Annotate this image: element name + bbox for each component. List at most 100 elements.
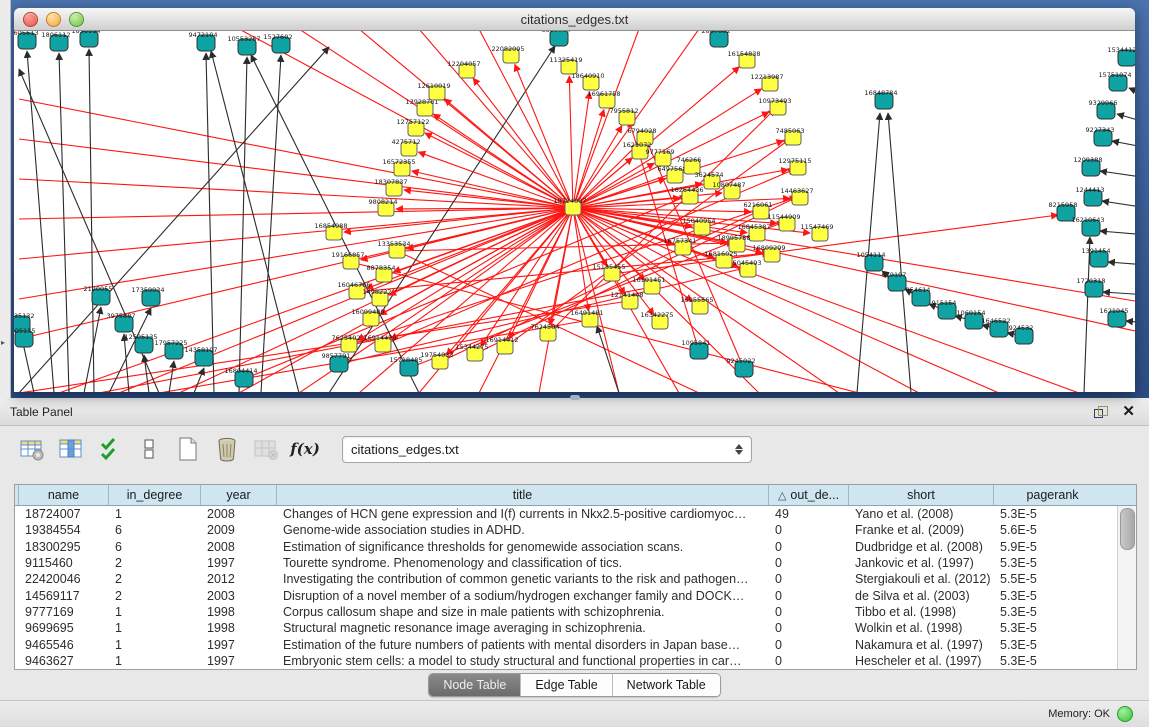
graph-node[interactable]: 679197 [882, 271, 907, 291]
graph-node[interactable]: 14358107 [184, 346, 217, 366]
graph-edge[interactable] [573, 92, 590, 208]
graph-node[interactable]: 16848784 [864, 89, 897, 109]
graph-edge[interactable] [569, 76, 573, 208]
new-table-icon[interactable] [174, 435, 202, 463]
table-cell[interactable]: 2008 [202, 507, 278, 521]
graph-edge[interactable] [1112, 141, 1135, 148]
graph-edge[interactable] [1100, 171, 1135, 178]
graph-node[interactable]: 10807487 [712, 181, 745, 199]
graph-node[interactable]: 1244413 [1076, 186, 1105, 206]
table-cell[interactable]: 9465546 [20, 638, 110, 652]
graph-node[interactable]: 15135455 [592, 263, 625, 281]
graph-node[interactable]: 9777169 [646, 148, 675, 166]
table-cell[interactable]: de Silva et al. (2003) [850, 589, 995, 603]
graph-node[interactable]: 12141448 [610, 291, 643, 309]
graph-edge[interactable] [1108, 262, 1135, 265]
graph-node[interactable]: 15718485 [389, 356, 422, 376]
graph-node[interactable]: 1646522 [982, 317, 1011, 337]
table-cell[interactable]: Disruption of a novel member of a sodium… [278, 589, 770, 603]
graph-edge[interactable] [1126, 321, 1135, 323]
table-cell[interactable]: Stergiakouli et al. (2012) [850, 572, 995, 586]
table-cell[interactable]: 5.5E-5 [995, 572, 1112, 586]
column-header-year[interactable]: year [201, 485, 277, 505]
table-cell[interactable]: 9463627 [20, 654, 110, 668]
table-cell[interactable]: Embryonic stem cells: a model to study s… [278, 654, 770, 668]
graph-edge[interactable] [19, 208, 573, 259]
column-header-in-degree[interactable]: in_degree [109, 485, 201, 505]
close-panel-icon[interactable]: ✕ [1122, 404, 1135, 419]
graph-edge[interactable] [261, 55, 281, 392]
table-cell[interactable]: 0 [770, 605, 850, 619]
table-cell[interactable]: Yano et al. (2008) [850, 507, 995, 521]
graph-node[interactable]: 16342275 [640, 311, 673, 329]
graph-node[interactable]: 12975115 [778, 157, 811, 175]
graph-node[interactable]: 1720318 [1077, 277, 1106, 297]
table-cell[interactable]: Franke et al. (2009) [850, 523, 995, 537]
graph-node[interactable]: 1498222 [363, 288, 392, 306]
graph-node[interactable]: 8813034 [542, 31, 571, 46]
table-cell[interactable]: 5.3E-5 [995, 556, 1112, 570]
select-column-icon[interactable] [57, 435, 85, 463]
table-cell[interactable]: 1997 [202, 638, 278, 652]
graph-edge[interactable] [59, 53, 69, 392]
table-scrollbar[interactable] [1117, 506, 1136, 669]
graph-node[interactable]: 22082095 [491, 45, 524, 63]
graph-node[interactable]: 16914412 [485, 336, 518, 354]
unselect-all-icon[interactable] [135, 435, 163, 463]
table-cell[interactable]: 0 [770, 540, 850, 554]
table-cell[interactable]: Changes of HCN gene expression and I(f) … [278, 507, 770, 521]
graph-node[interactable]: 12204057 [447, 60, 480, 78]
table-cell[interactable]: 2003 [202, 589, 278, 603]
graph-node[interactable]: 12757122 [396, 118, 429, 136]
graph-node[interactable]: 9808214 [369, 198, 398, 216]
table-cell[interactable]: 49 [770, 507, 850, 521]
table-cell[interactable]: 18724007 [20, 507, 110, 521]
tab-edge-table[interactable]: Edge Table [521, 674, 612, 696]
column-header-title[interactable]: title [277, 485, 769, 505]
graph-edge[interactable] [206, 53, 214, 392]
graph-node[interactable]: 15045493 [728, 259, 761, 277]
tab-node-table[interactable]: Node Table [429, 674, 521, 696]
table-cell[interactable]: 1 [110, 605, 202, 619]
graph-node[interactable]: 2887682 [702, 31, 731, 47]
graph-node[interactable]: 2120055 [84, 285, 113, 305]
column-header-short[interactable]: short [849, 485, 994, 505]
graph-edge[interactable] [1102, 201, 1135, 208]
graph-node[interactable]: 16914479 [363, 334, 396, 352]
table-cell[interactable]: 2009 [202, 523, 278, 537]
graph-node[interactable]: 16210643 [1071, 216, 1104, 236]
table-cell[interactable]: 22420046 [20, 572, 110, 586]
table-cell[interactable]: 2008 [202, 540, 278, 554]
table-cell[interactable]: Genome-wide association studies in ADHD. [278, 523, 770, 537]
select-all-icon[interactable] [96, 435, 124, 463]
graph-node[interactable]: 4275712 [392, 138, 421, 156]
table-cell[interactable]: Investigating the contribution of common… [278, 572, 770, 586]
table-row[interactable]: 2242004622012Investigating the contribut… [15, 571, 1117, 587]
graph-node[interactable]: 1054114 [857, 251, 886, 271]
table-cell[interactable]: 5.6E-5 [995, 523, 1112, 537]
graph-edge[interactable] [19, 139, 573, 208]
table-cell[interactable]: 5.3E-5 [995, 589, 1112, 603]
table-row[interactable]: 1938455462009Genome-wide association stu… [15, 522, 1117, 538]
graph-node[interactable]: 16154838 [727, 50, 760, 68]
table-cell[interactable]: Corpus callosum shape and size in male p… [278, 605, 770, 619]
table-cell[interactable]: 0 [770, 621, 850, 635]
close-window-button[interactable] [23, 12, 38, 27]
graph-edge[interactable] [1084, 237, 1090, 392]
graph-node[interactable]: 8878354 [367, 264, 396, 282]
graph-edge[interactable] [479, 208, 573, 392]
table-cell[interactable]: 6 [110, 540, 202, 554]
graph-edge[interactable] [19, 208, 573, 339]
float-panel-icon[interactable] [1094, 406, 1108, 418]
graph-node[interactable]: 11544909 [767, 213, 800, 231]
graph-node[interactable]: 12213987 [750, 73, 783, 91]
graph-node[interactable]: 3975887 [107, 312, 136, 332]
table-cell[interactable]: Tibbo et al. (1998) [850, 605, 995, 619]
graph-node[interactable]: 9472104 [189, 31, 218, 51]
table-cell[interactable]: Wolkin et al. (1998) [850, 621, 995, 635]
table-cell[interactable]: Nakamura et al. (1997) [850, 638, 995, 652]
graph-edge[interactable] [211, 51, 299, 392]
table-scrollbar-thumb[interactable] [1120, 508, 1135, 550]
table-cell[interactable]: 1 [110, 638, 202, 652]
graph-edge[interactable] [194, 368, 204, 392]
